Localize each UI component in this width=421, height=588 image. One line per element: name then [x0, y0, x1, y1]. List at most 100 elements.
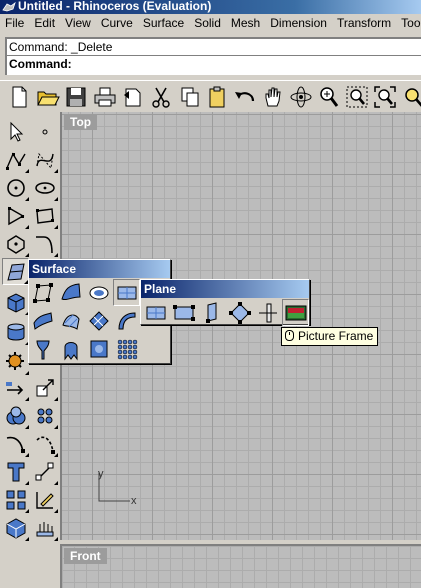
menu-mesh[interactable]: Mesh — [226, 14, 265, 33]
extrude-button[interactable] — [29, 307, 56, 334]
boolean-union-button[interactable] — [2, 402, 29, 429]
plane-button[interactable] — [113, 279, 140, 306]
plane-corner-to-corner-button[interactable] — [142, 299, 169, 326]
copy-button[interactable] — [177, 84, 203, 110]
revolve-button[interactable] — [113, 307, 140, 334]
rectangle-icon — [35, 207, 54, 224]
menu-curve[interactable]: Curve — [96, 14, 138, 33]
command-input[interactable] — [82, 56, 402, 72]
sweep-button[interactable] — [57, 335, 84, 362]
arc-button[interactable] — [2, 202, 29, 229]
group-button[interactable] — [2, 486, 29, 513]
zoom-magnifier-icon — [320, 87, 339, 107]
ellipse-icon — [34, 181, 55, 194]
paste-button[interactable] — [204, 84, 230, 110]
cutting-plane-button[interactable] — [254, 299, 281, 326]
text-t-icon — [7, 462, 24, 481]
surface-from-corners-button[interactable] — [29, 279, 56, 306]
circle-button[interactable] — [2, 174, 29, 201]
zoom-extents-button[interactable] — [372, 84, 398, 110]
patch-button[interactable] — [85, 335, 112, 362]
edge-surface-button[interactable] — [57, 279, 84, 306]
network-srf-button[interactable] — [85, 307, 112, 334]
page-setup-button[interactable] — [120, 84, 146, 110]
open-button[interactable] — [35, 84, 61, 110]
render-button[interactable] — [2, 514, 29, 541]
pan-button[interactable] — [260, 84, 286, 110]
point-button[interactable] — [31, 118, 58, 145]
zoom-window-button[interactable] — [344, 84, 370, 110]
rail-revolve-icon — [35, 340, 50, 359]
curve-button[interactable] — [31, 146, 58, 173]
trim-button[interactable] — [31, 430, 58, 457]
new-document-icon — [12, 86, 27, 108]
menu-edit[interactable]: Edit — [29, 14, 60, 33]
sweep-icon — [64, 341, 77, 360]
zoom-selected-button[interactable] — [400, 84, 421, 110]
page-setup-icon — [124, 88, 141, 107]
ground-plane-button[interactable] — [31, 514, 58, 541]
rectangle-button[interactable] — [31, 202, 58, 229]
ellipse-button[interactable] — [31, 174, 58, 201]
open-folder-icon — [37, 91, 60, 106]
fillet-button[interactable] — [31, 230, 58, 257]
axis-x-label: x — [131, 495, 137, 507]
menu-view[interactable]: View — [60, 14, 96, 33]
loft-button[interactable] — [57, 307, 84, 334]
text-button[interactable] — [2, 458, 29, 485]
array-button[interactable] — [31, 402, 58, 429]
new-button[interactable] — [6, 84, 32, 110]
move-arrows-icon — [5, 381, 23, 395]
select-button[interactable] — [2, 118, 29, 145]
vertical-plane-icon — [205, 301, 216, 323]
front-viewport-title[interactable]: Front — [64, 548, 107, 564]
surface-tools-button[interactable] — [2, 258, 29, 285]
polygon-button[interactable] — [2, 230, 29, 257]
picture-frame-button[interactable] — [282, 299, 309, 326]
cut-button[interactable] — [148, 84, 174, 110]
box-button[interactable] — [2, 288, 29, 315]
cylinder-button[interactable] — [2, 318, 29, 345]
save-disk-icon — [66, 87, 86, 107]
plane-three-point-button[interactable] — [170, 299, 197, 326]
analyze-button[interactable] — [31, 486, 58, 513]
menu-transform[interactable]: Transform — [332, 14, 396, 33]
scale-button[interactable] — [31, 374, 58, 401]
undo-button[interactable] — [232, 84, 258, 110]
menu-surface[interactable]: Surface — [138, 14, 189, 33]
srf-pt-grid-button[interactable] — [113, 335, 140, 362]
top-viewport-title[interactable]: Top — [64, 114, 98, 130]
point-icon — [42, 129, 47, 134]
planar-curves-icon — [89, 286, 108, 299]
dimension-icon — [35, 462, 53, 480]
zoom-dynamic-button[interactable] — [316, 84, 342, 110]
menu-file[interactable]: File — [0, 14, 29, 33]
save-button[interactable] — [63, 84, 89, 110]
loft-icon — [61, 314, 80, 330]
dimension-button[interactable] — [31, 458, 58, 485]
paste-clipboard-icon — [209, 86, 225, 108]
vertical-plane-button[interactable] — [198, 299, 225, 326]
rotate-view-icon — [290, 86, 312, 108]
menu-dimension[interactable]: Dimension — [265, 14, 332, 33]
surface-corner-points-icon — [32, 282, 53, 303]
plane-corner-icon — [146, 306, 165, 319]
plane-through-points-button[interactable] — [226, 299, 253, 326]
menu-tools[interactable]: Tools — [396, 14, 421, 33]
menu-solid[interactable]: Solid — [189, 14, 226, 33]
print-button[interactable] — [92, 84, 118, 110]
command-prompt: Command: — [9, 57, 72, 71]
planar-curves-button[interactable] — [85, 279, 112, 306]
rotate-view-button[interactable] — [288, 84, 314, 110]
curve-tools-button[interactable] — [2, 430, 29, 457]
array-dots-icon — [37, 408, 52, 423]
polyline-button[interactable] — [2, 146, 29, 173]
zoom-selected-icon — [405, 88, 421, 107]
front-viewport[interactable]: Front — [60, 544, 421, 588]
mesh-tools-button[interactable] — [2, 348, 29, 375]
copy-icon — [181, 87, 199, 107]
rail-revolve-button[interactable] — [29, 335, 56, 362]
command-history: Command: _Delete — [9, 40, 113, 54]
tooltip: Picture Frame — [281, 327, 379, 346]
move-button[interactable] — [2, 374, 29, 401]
